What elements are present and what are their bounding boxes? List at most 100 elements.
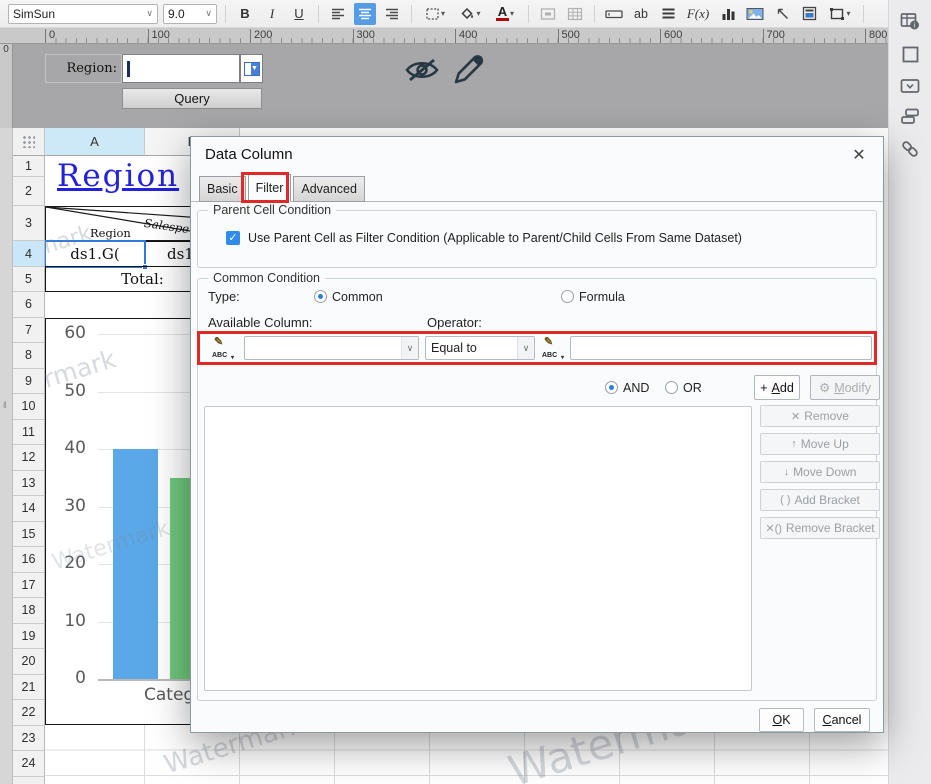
radio-common[interactable]: Common (314, 289, 383, 304)
insert-formula-button[interactable]: F(x) (684, 3, 712, 25)
available-column-select[interactable]: ∨ (244, 336, 419, 360)
move-up-button[interactable]: ↑ Move Up (760, 433, 880, 455)
border-button[interactable]: ▾ (420, 3, 450, 25)
border-panel-icon[interactable] (901, 45, 920, 64)
edit-parameter-pane-icon[interactable] (450, 52, 488, 93)
toolbar-separator (528, 4, 529, 23)
operator-select[interactable]: Equal to ∨ (425, 336, 535, 360)
cancel-button[interactable]: Cancel (814, 708, 870, 732)
italic-button[interactable]: I (261, 3, 283, 25)
row-header-22[interactable]: 22 (13, 700, 45, 726)
row-header-23[interactable]: 23 (13, 725, 45, 751)
row-header-17[interactable]: 17 (13, 572, 45, 598)
text-cursor (127, 61, 130, 77)
row-header-11[interactable]: 11 (13, 419, 45, 445)
row-header-14[interactable]: 14 (13, 496, 45, 522)
align-right-button[interactable] (381, 3, 403, 25)
chevron-down-icon: ∨ (205, 8, 212, 18)
row-header-4[interactable]: 4 (13, 241, 45, 267)
radio-or-label: OR (683, 381, 702, 395)
row-header-8[interactable]: 8 (13, 343, 45, 369)
close-icon[interactable]: ✕ (848, 144, 870, 166)
merge-cells-button[interactable] (537, 3, 559, 25)
modify-button[interactable]: ⚙ Modify (810, 375, 880, 400)
ruler-tick: 600 (660, 29, 682, 43)
cell-attributes-icon[interactable]: i (900, 12, 920, 31)
ok-button[interactable]: OK (759, 708, 804, 732)
chart-bar-series-1 (113, 449, 158, 679)
shape-button[interactable]: ▾ (825, 3, 855, 25)
float-element-icon[interactable] (900, 108, 920, 125)
query-button[interactable]: Query (122, 88, 262, 109)
insert-chart-button[interactable] (717, 3, 739, 25)
modify-label: Modify (834, 380, 872, 395)
splitter-handle-icon[interactable]: ‖ (3, 400, 7, 410)
row-header-1[interactable]: 1 (13, 156, 45, 177)
row-header-6[interactable]: 6 (13, 292, 45, 318)
insert-subreport-button[interactable] (798, 3, 820, 25)
value-type-icon[interactable]: ✎ ABC ▾ (542, 336, 566, 361)
region-dropdown-button[interactable]: ▼ (240, 54, 263, 83)
data-column-dialog: Data Column ✕ Basic Filter Advanced Pare… (190, 136, 884, 733)
ruler-tick: 200 (250, 29, 272, 43)
insert-widget-button[interactable] (603, 3, 625, 25)
row-header-21[interactable]: 21 (13, 674, 45, 700)
font-size-select[interactable]: 9.0 ∨ (163, 3, 217, 24)
move-down-button[interactable]: ↓ Move Down (760, 461, 880, 483)
row-header-12[interactable]: 12 (13, 445, 45, 471)
align-left-icon (330, 6, 346, 22)
row-header-7[interactable]: 7 (13, 317, 45, 343)
align-center-button[interactable] (354, 2, 376, 25)
align-left-button[interactable] (327, 3, 349, 25)
row-header-19[interactable]: 19 (13, 623, 45, 649)
row-header-13[interactable]: 13 (13, 470, 45, 496)
add-bracket-button[interactable]: ( ) Add Bracket (760, 489, 880, 511)
rich-text-button[interactable] (657, 3, 679, 25)
underline-button[interactable]: U (288, 3, 310, 25)
region-input[interactable] (122, 54, 240, 83)
add-button[interactable]: + Add (754, 375, 800, 400)
bold-button[interactable]: B (234, 3, 256, 25)
hyperlink-icon[interactable] (900, 139, 920, 159)
row-header-3[interactable]: 3 (13, 206, 45, 241)
toolbar-separator (411, 4, 412, 23)
insert-text-button[interactable]: ab (630, 3, 652, 25)
row-header-16[interactable]: 16 (13, 547, 45, 573)
region-label: Region: (45, 54, 122, 83)
background-color-button[interactable]: ▾ (455, 3, 485, 25)
row-header-9[interactable]: 9 (13, 368, 45, 394)
radio-and[interactable]: AND (605, 380, 649, 395)
widget-panel-icon[interactable] (900, 78, 920, 94)
radio-or[interactable]: OR (665, 380, 702, 395)
row-header-5[interactable]: 5 (13, 267, 45, 292)
draw-line-button[interactable] (771, 3, 793, 25)
tab-basic[interactable]: Basic (199, 176, 246, 202)
row-header-20[interactable]: 20 (13, 649, 45, 675)
tab-advanced[interactable]: Advanced (293, 176, 365, 202)
font-family-select[interactable]: SimSun ∨ (8, 3, 158, 24)
row-header-2[interactable]: 2 (13, 177, 45, 206)
hide-parameter-pane-icon[interactable] (403, 56, 441, 89)
font-color-button[interactable]: A ▾ (490, 3, 520, 25)
arrow-pointer-icon (775, 6, 790, 21)
remove-button[interactable]: ✕ Remove (760, 405, 880, 427)
use-parent-cell-checkbox[interactable]: ✓ (226, 231, 240, 245)
column-header-a[interactable]: A (45, 128, 145, 156)
row-header-25[interactable]: 25 (13, 776, 45, 784)
row-header-15[interactable]: 15 (13, 521, 45, 547)
row-header-10[interactable]: 10 (13, 394, 45, 420)
border-icon (425, 7, 440, 21)
remove-bracket-button[interactable]: ✕() Remove Bracket (760, 517, 880, 539)
column-type-icon[interactable]: ✎ ABC ▾ (212, 336, 236, 361)
radio-formula[interactable]: Formula (561, 289, 625, 304)
add-bracket-icon: ( ) (780, 494, 791, 506)
select-all-corner[interactable] (13, 128, 45, 156)
condition-value-input[interactable] (570, 336, 872, 360)
row-header-18[interactable]: 18 (13, 598, 45, 624)
split-cells-button[interactable] (564, 3, 586, 25)
condition-list[interactable] (204, 406, 752, 691)
insert-image-button[interactable] (744, 3, 766, 25)
chevron-down-icon: ▾ (509, 9, 514, 18)
row-header-24[interactable]: 24 (13, 751, 45, 777)
pencil-glyph: ✎ (214, 336, 224, 348)
